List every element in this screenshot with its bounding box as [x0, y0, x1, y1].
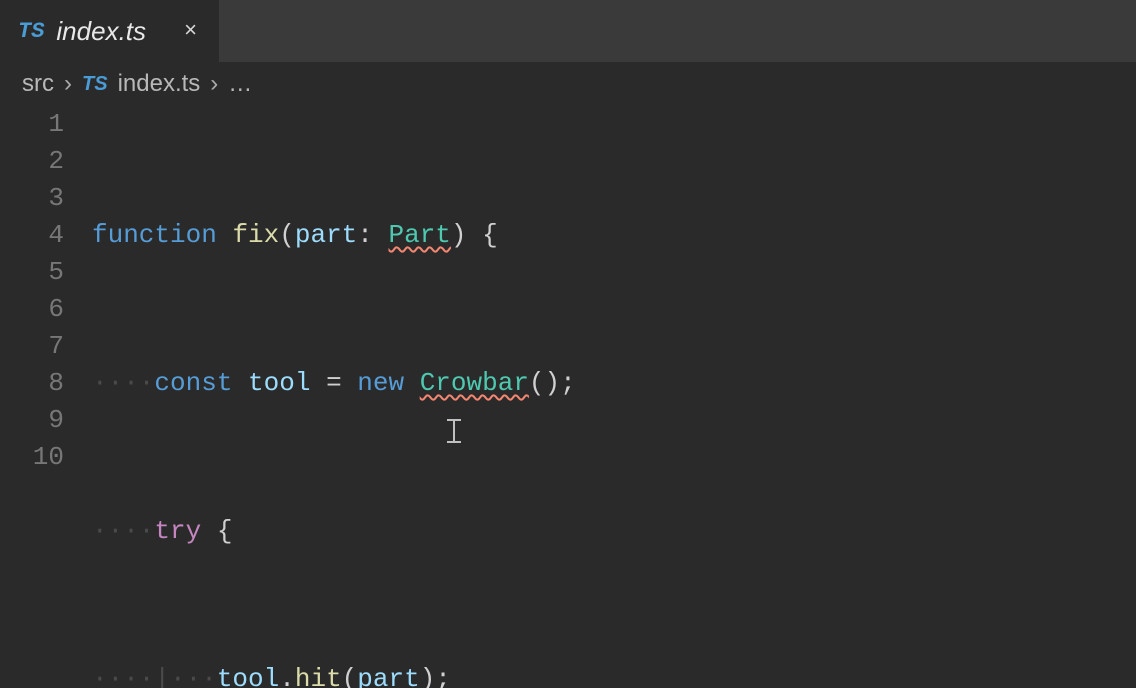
code-line[interactable]: ····try { — [92, 513, 1136, 550]
token-punct: ( — [342, 664, 358, 688]
token-space — [404, 368, 420, 398]
ibeam-cursor-icon — [447, 419, 461, 443]
typescript-icon: TS — [18, 19, 44, 44]
whitespace-guide: ···· — [92, 516, 154, 546]
breadcrumb-segment-src[interactable]: src — [22, 70, 54, 98]
token-punct: { — [201, 516, 232, 546]
token-variable: tool — [217, 664, 279, 688]
chevron-right-icon: › — [64, 70, 72, 98]
token-keyword: const — [154, 368, 232, 398]
editor-tab-bar: TS index.ts × — [0, 0, 1136, 62]
chevron-right-icon: › — [210, 70, 218, 98]
token-keyword: new — [357, 368, 404, 398]
line-number-gutter: 1 2 3 4 5 6 7 8 9 10 — [0, 106, 92, 688]
code-line[interactable]: function fix(part: Part) { — [92, 217, 1136, 254]
breadcrumb-more[interactable]: … — [228, 70, 252, 98]
line-number: 8 — [0, 365, 64, 402]
token-operator: = — [310, 368, 357, 398]
token-keyword: function — [92, 220, 217, 250]
line-number: 3 — [0, 180, 64, 217]
line-number: 7 — [0, 328, 64, 365]
token-method: hit — [295, 664, 342, 688]
typescript-icon: TS — [82, 73, 108, 96]
token-punct: ) { — [451, 220, 498, 250]
token-parameter: part — [295, 220, 357, 250]
token-type: Part — [389, 220, 451, 250]
line-number: 5 — [0, 254, 64, 291]
line-number: 4 — [0, 217, 64, 254]
line-number: 1 — [0, 106, 64, 143]
whitespace-guide: ···· — [92, 368, 154, 398]
token-punct: (); — [529, 368, 576, 398]
line-number: 9 — [0, 402, 64, 439]
code-area[interactable]: function fix(part: Part) { ····const too… — [92, 106, 1136, 688]
code-line[interactable]: ····const tool = new Crowbar(); — [92, 365, 1136, 402]
line-number: 2 — [0, 143, 64, 180]
line-number: 6 — [0, 291, 64, 328]
token-argument: part — [357, 664, 419, 688]
token-space — [232, 368, 248, 398]
token-function-name: fix — [232, 220, 279, 250]
token-punct: . — [279, 664, 295, 688]
code-line[interactable]: ····|···tool.hit(part); — [92, 661, 1136, 688]
editor-tab-index-ts[interactable]: TS index.ts × — [0, 0, 219, 62]
breadcrumb: src › TS index.ts › … — [0, 62, 1136, 106]
token-punct: ); — [420, 664, 451, 688]
code-editor[interactable]: 1 2 3 4 5 6 7 8 9 10 function fix(part: … — [0, 106, 1136, 688]
close-icon[interactable]: × — [184, 19, 197, 44]
whitespace-guide: ····|··· — [92, 664, 217, 688]
token-class: Crowbar — [420, 368, 529, 398]
token-punct: ( — [279, 220, 295, 250]
tab-filename: index.ts — [56, 16, 146, 47]
breadcrumb-segment-file[interactable]: index.ts — [118, 70, 201, 98]
token-punct: : — [357, 220, 388, 250]
token-keyword: try — [154, 516, 201, 546]
token-variable: tool — [248, 368, 310, 398]
line-number: 10 — [0, 439, 64, 476]
